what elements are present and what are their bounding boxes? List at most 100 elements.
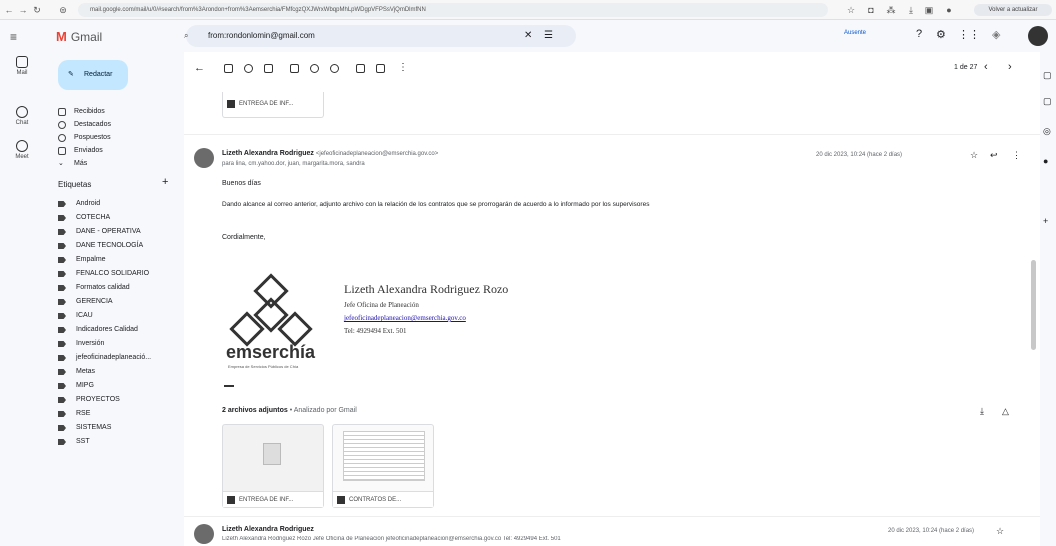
- more-icon[interactable]: ⋮: [1012, 150, 1021, 161]
- label-item[interactable]: FENALCO SOLIDARIO: [44, 268, 184, 280]
- gmail-m-icon: M: [56, 29, 67, 44]
- star-icon: [58, 121, 66, 129]
- report-spam-icon[interactable]: [244, 64, 253, 73]
- label-item[interactable]: Empalme: [44, 254, 184, 266]
- reply-icon[interactable]: ↩: [990, 150, 998, 161]
- label-as-icon[interactable]: [376, 64, 385, 73]
- attachment-card[interactable]: ENTREGA DE INF...: [222, 424, 324, 508]
- search-input[interactable]: ⌕ from:rondonlomin@gmail.com ✕ ☰: [184, 25, 576, 47]
- profile-icon[interactable]: ●: [944, 5, 954, 15]
- nav-more[interactable]: ⌄ Más: [44, 158, 174, 170]
- sender-name[interactable]: Lizeth Alexandra Rodriguez: [222, 150, 314, 157]
- attachments-header: 2 archivos adjuntos • Analizado por Gmai…: [222, 407, 357, 414]
- save-to-drive-icon[interactable]: △: [1002, 406, 1009, 417]
- label-item[interactable]: RSE: [44, 408, 184, 420]
- calendar-icon[interactable]: ▢: [1043, 70, 1052, 81]
- signature-phone: Tel: 4929494 Ext. 501: [344, 327, 407, 335]
- search-icon[interactable]: ⌕: [184, 25, 188, 47]
- add-label-icon[interactable]: +: [162, 176, 168, 188]
- help-icon[interactable]: ?: [916, 28, 922, 40]
- compose-button[interactable]: ✎ Redactar: [58, 60, 128, 90]
- puzzle-icon[interactable]: ⁂: [886, 5, 896, 15]
- download-all-icon[interactable]: ⤓: [980, 406, 984, 417]
- rail-meet[interactable]: Meet: [0, 140, 44, 160]
- previous-attachment[interactable]: ENTREGA DE INF...: [222, 92, 324, 118]
- status-selector[interactable]: Ausente: [844, 30, 866, 36]
- nav-starred[interactable]: Destacados: [44, 119, 174, 131]
- label-item[interactable]: MIPG: [44, 380, 184, 392]
- label-item[interactable]: SISTEMAS: [44, 422, 184, 434]
- forward-icon[interactable]: →: [18, 5, 28, 15]
- sidepanel-icon[interactable]: ▣: [924, 5, 934, 15]
- label-item[interactable]: DANE - OPERATIVA: [44, 226, 184, 238]
- label-icon: [58, 271, 66, 277]
- label-item[interactable]: Indicadores Calidad: [44, 324, 184, 336]
- divider: [184, 134, 1040, 135]
- star-icon[interactable]: ☆: [970, 150, 978, 161]
- update-button[interactable]: Volver a actualizar: [974, 4, 1052, 16]
- label-item[interactable]: PROYECTOS: [44, 394, 184, 406]
- address-bar[interactable]: mail.google.com/mail/u/0/#search/from%3A…: [78, 3, 828, 17]
- rail-chat[interactable]: Chat: [0, 106, 44, 126]
- rail-mail[interactable]: Mail: [0, 56, 44, 76]
- company-logo: emserchía Empresa de Servicios Públicos …: [222, 266, 352, 376]
- pencil-icon: ✎: [68, 71, 74, 78]
- mark-unread-icon[interactable]: [290, 64, 299, 73]
- delete-icon[interactable]: [264, 64, 273, 73]
- older-icon[interactable]: ›: [1008, 61, 1012, 73]
- label-icon: [58, 313, 66, 319]
- logo-text: emserchía: [226, 342, 316, 362]
- sender-avatar[interactable]: [194, 148, 214, 168]
- chevron-down-icon: ⌄: [58, 160, 64, 167]
- nav-sent[interactable]: Enviados: [44, 145, 174, 157]
- back-icon[interactable]: ←: [4, 5, 14, 15]
- label-item[interactable]: ICAU: [44, 310, 184, 322]
- add-task-icon[interactable]: [330, 64, 339, 73]
- sender-name[interactable]: Lizeth Alexandra Rodriguez: [222, 526, 314, 533]
- filter-icon[interactable]: ☰: [544, 25, 553, 47]
- signature-email[interactable]: jefeoficinadeplaneacion@emserchia.gov.co: [344, 314, 466, 322]
- label-item[interactable]: DANE TECNOLOGÍA: [44, 240, 184, 252]
- move-to-icon[interactable]: [356, 64, 365, 73]
- tasks-icon[interactable]: ◎: [1043, 126, 1051, 137]
- snooze-icon[interactable]: [310, 64, 319, 73]
- label-item[interactable]: Metas: [44, 366, 184, 378]
- add-addon-icon[interactable]: +: [1043, 216, 1048, 226]
- message-snippet[interactable]: Lizeth Alexandra Rodriguez Rozo Jefe Ofi…: [222, 536, 782, 542]
- clear-search-icon[interactable]: ✕: [524, 25, 532, 47]
- label-item[interactable]: COTECHA: [44, 212, 184, 224]
- archive-icon[interactable]: [224, 64, 233, 73]
- apps-icon[interactable]: ⋮⋮: [958, 28, 980, 41]
- back-to-list-icon[interactable]: ←: [194, 62, 205, 74]
- star-icon[interactable]: ☆: [996, 526, 1004, 537]
- reload-icon[interactable]: ↻: [32, 5, 42, 15]
- bookmark-icon[interactable]: ☆: [846, 5, 856, 15]
- label-item[interactable]: SST: [44, 436, 184, 448]
- label-item[interactable]: GERENCIA: [44, 296, 184, 308]
- gmail-logo[interactable]: M Gmail: [56, 29, 102, 44]
- site-info-icon[interactable]: ⊜: [58, 5, 68, 15]
- download-icon[interactable]: ⤓: [906, 5, 916, 15]
- label-item[interactable]: jefeoficinadeplaneació...: [44, 352, 184, 364]
- label-item[interactable]: Android: [44, 198, 184, 210]
- label-icon: [58, 285, 66, 291]
- newer-icon[interactable]: ‹: [984, 61, 988, 73]
- scrollbar[interactable]: [1031, 260, 1036, 350]
- extension-icon[interactable]: ◘: [866, 5, 876, 15]
- keep-icon[interactable]: ▢: [1043, 96, 1052, 107]
- sender-avatar[interactable]: [194, 524, 214, 544]
- more-options-icon[interactable]: ⋮: [398, 62, 408, 73]
- inbox-icon: [58, 108, 66, 116]
- attachment-card[interactable]: CONTRATOS DE...: [332, 424, 434, 508]
- account-avatar[interactable]: [1028, 26, 1048, 46]
- nav-inbox[interactable]: Recibidos: [44, 106, 174, 118]
- contacts-icon[interactable]: ●: [1043, 156, 1048, 166]
- label-item[interactable]: Inversión: [44, 338, 184, 350]
- nav-snoozed[interactable]: Pospuestos: [44, 132, 174, 144]
- menu-icon[interactable]: ≡: [10, 30, 17, 44]
- org-logo-icon[interactable]: ◈: [992, 28, 1000, 41]
- settings-icon[interactable]: ⚙: [936, 28, 946, 41]
- recipients[interactable]: para lina, cm.yahoo.dor, juan, margarita…: [222, 161, 365, 167]
- label-item[interactable]: Formatos calidad: [44, 282, 184, 294]
- label-icon: [58, 425, 66, 431]
